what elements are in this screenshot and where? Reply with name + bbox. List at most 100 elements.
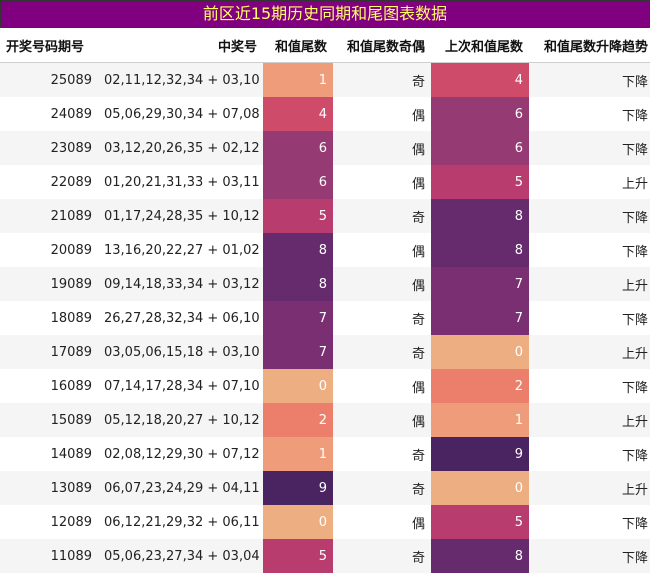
header-period: 开奖号码期号 <box>0 28 98 63</box>
table-row: 17089 03,05,06,15,18 + 03,10 7 奇 0 上升 <box>0 335 650 369</box>
cell-parity: 奇 <box>333 539 431 573</box>
cell-prev-tail: 0 <box>431 471 529 505</box>
cell-tail: 5 <box>263 539 333 573</box>
cell-parity: 奇 <box>333 301 431 335</box>
cell-prev-tail: 5 <box>431 505 529 539</box>
table-row: 25089 02,11,12,32,34 + 03,10 1 奇 4 下降 <box>0 62 650 97</box>
cell-parity: 奇 <box>333 437 431 471</box>
cell-trend: 上升 <box>529 267 650 301</box>
cell-period: 25089 <box>0 62 98 97</box>
cell-period: 24089 <box>0 97 98 131</box>
cell-numbers: 06,12,21,29,32 + 06,11 <box>98 505 263 539</box>
cell-trend: 上升 <box>529 403 650 437</box>
cell-prev-tail: 9 <box>431 437 529 471</box>
cell-parity: 奇 <box>333 62 431 97</box>
cell-prev-tail: 7 <box>431 301 529 335</box>
table-row: 21089 01,17,24,28,35 + 10,12 5 奇 8 下降 <box>0 199 650 233</box>
table-row: 11089 05,06,23,27,34 + 03,04 5 奇 8 下降 <box>0 539 650 573</box>
cell-trend: 下降 <box>529 233 650 267</box>
cell-trend: 下降 <box>529 301 650 335</box>
cell-parity: 偶 <box>333 233 431 267</box>
cell-tail: 0 <box>263 369 333 403</box>
cell-trend: 上升 <box>529 471 650 505</box>
cell-period: 16089 <box>0 369 98 403</box>
header-prev-tail: 上次和值尾数 <box>431 28 529 63</box>
cell-numbers: 03,05,06,15,18 + 03,10 <box>98 335 263 369</box>
cell-numbers: 05,12,18,20,27 + 10,12 <box>98 403 263 437</box>
cell-trend: 下降 <box>529 437 650 471</box>
cell-trend: 下降 <box>529 131 650 165</box>
cell-parity: 奇 <box>333 471 431 505</box>
cell-trend: 下降 <box>529 505 650 539</box>
cell-parity: 偶 <box>333 97 431 131</box>
cell-trend: 下降 <box>529 369 650 403</box>
cell-period: 23089 <box>0 131 98 165</box>
header-numbers: 中奖号 <box>98 28 263 63</box>
header-row: 开奖号码期号 中奖号 和值尾数 和值尾数奇偶 上次和值尾数 和值尾数升降趋势 <box>0 28 650 63</box>
cell-tail: 9 <box>263 471 333 505</box>
cell-prev-tail: 0 <box>431 335 529 369</box>
cell-tail: 5 <box>263 199 333 233</box>
cell-numbers: 26,27,28,32,34 + 06,10 <box>98 301 263 335</box>
cell-trend: 上升 <box>529 335 650 369</box>
cell-prev-tail: 8 <box>431 199 529 233</box>
cell-trend: 下降 <box>529 199 650 233</box>
cell-trend: 下降 <box>529 97 650 131</box>
cell-period: 18089 <box>0 301 98 335</box>
cell-trend: 下降 <box>529 62 650 97</box>
cell-parity: 偶 <box>333 131 431 165</box>
header-trend: 和值尾数升降趋势 <box>529 28 650 63</box>
cell-parity: 偶 <box>333 165 431 199</box>
cell-prev-tail: 5 <box>431 165 529 199</box>
cell-period: 21089 <box>0 199 98 233</box>
cell-trend: 上升 <box>529 165 650 199</box>
table-row: 15089 05,12,18,20,27 + 10,12 2 偶 1 上升 <box>0 403 650 437</box>
cell-parity: 偶 <box>333 403 431 437</box>
header-tail: 和值尾数 <box>263 28 333 63</box>
cell-prev-tail: 4 <box>431 62 529 97</box>
cell-period: 11089 <box>0 539 98 573</box>
cell-parity: 奇 <box>333 335 431 369</box>
cell-tail: 2 <box>263 403 333 437</box>
cell-tail: 7 <box>263 335 333 369</box>
table-row: 20089 13,16,20,22,27 + 01,02 8 偶 8 下降 <box>0 233 650 267</box>
cell-numbers: 03,12,20,26,35 + 02,12 <box>98 131 263 165</box>
cell-prev-tail: 8 <box>431 233 529 267</box>
cell-numbers: 05,06,23,27,34 + 03,04 <box>98 539 263 573</box>
table-row: 13089 06,07,23,24,29 + 04,11 9 奇 0 上升 <box>0 471 650 505</box>
cell-prev-tail: 8 <box>431 539 529 573</box>
cell-period: 20089 <box>0 233 98 267</box>
cell-prev-tail: 7 <box>431 267 529 301</box>
table-row: 22089 01,20,21,31,33 + 03,11 6 偶 5 上升 <box>0 165 650 199</box>
cell-numbers: 06,07,23,24,29 + 04,11 <box>98 471 263 505</box>
cell-tail: 1 <box>263 62 333 97</box>
cell-parity: 偶 <box>333 267 431 301</box>
cell-prev-tail: 1 <box>431 403 529 437</box>
cell-period: 14089 <box>0 437 98 471</box>
table-row: 12089 06,12,21,29,32 + 06,11 0 偶 5 下降 <box>0 505 650 539</box>
cell-numbers: 05,06,29,30,34 + 07,08 <box>98 97 263 131</box>
cell-numbers: 07,14,17,28,34 + 07,10 <box>98 369 263 403</box>
cell-tail: 4 <box>263 97 333 131</box>
cell-trend: 下降 <box>529 539 650 573</box>
cell-numbers: 13,16,20,22,27 + 01,02 <box>98 233 263 267</box>
cell-tail: 7 <box>263 301 333 335</box>
cell-numbers: 02,11,12,32,34 + 03,10 <box>98 62 263 97</box>
cell-period: 15089 <box>0 403 98 437</box>
cell-tail: 8 <box>263 233 333 267</box>
cell-tail: 1 <box>263 437 333 471</box>
table-title: 前区近15期历史同期和尾图表数据 <box>0 0 650 28</box>
cell-period: 22089 <box>0 165 98 199</box>
cell-period: 17089 <box>0 335 98 369</box>
history-table: 开奖号码期号 中奖号 和值尾数 和值尾数奇偶 上次和值尾数 和值尾数升降趋势 2… <box>0 28 650 573</box>
table-row: 14089 02,08,12,29,30 + 07,12 1 奇 9 下降 <box>0 437 650 471</box>
table-body: 25089 02,11,12,32,34 + 03,10 1 奇 4 下降 24089 05,… <box>0 62 650 573</box>
cell-tail: 6 <box>263 131 333 165</box>
cell-numbers: 01,17,24,28,35 + 10,12 <box>98 199 263 233</box>
cell-tail: 0 <box>263 505 333 539</box>
cell-parity: 偶 <box>333 505 431 539</box>
table-row: 18089 26,27,28,32,34 + 06,10 7 奇 7 下降 <box>0 301 650 335</box>
cell-numbers: 01,20,21,31,33 + 03,11 <box>98 165 263 199</box>
cell-numbers: 02,08,12,29,30 + 07,12 <box>98 437 263 471</box>
cell-prev-tail: 6 <box>431 97 529 131</box>
